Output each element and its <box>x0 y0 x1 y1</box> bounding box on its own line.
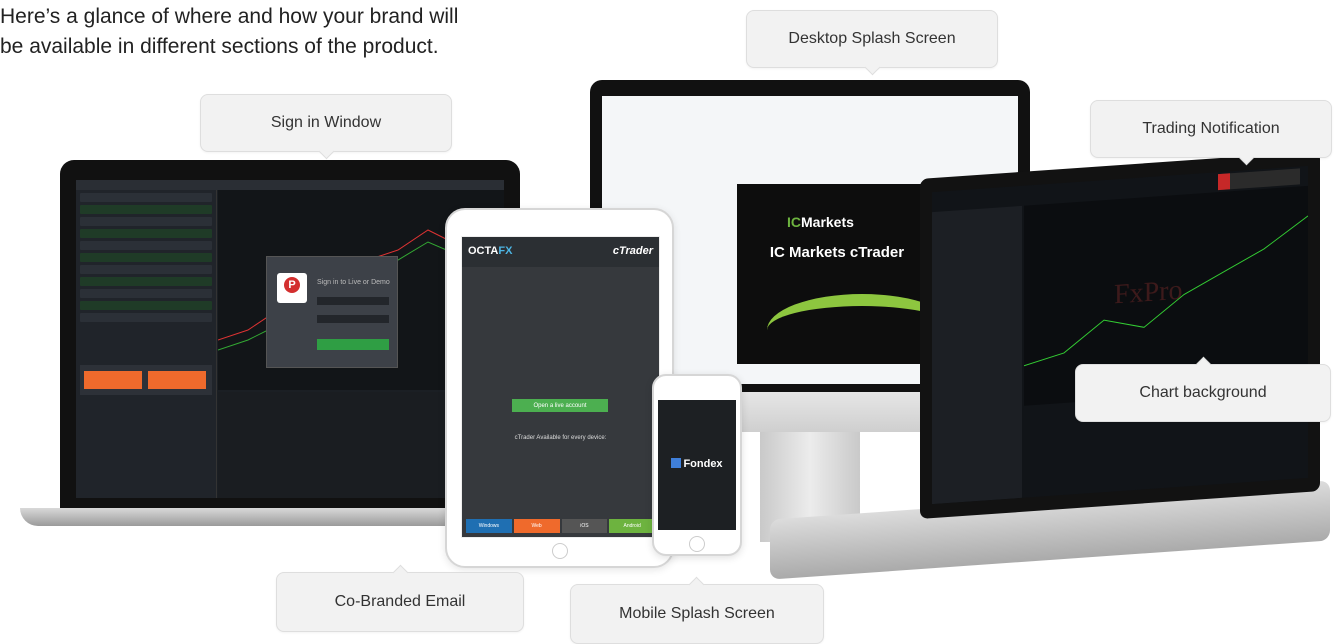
sign-in-button[interactable] <box>317 339 389 350</box>
broker-logo: P <box>277 273 307 303</box>
intro-text: Here’s a glance of where and how your br… <box>0 2 600 62</box>
desktop-splash: ICMarkets IC Markets cTrader <box>737 184 957 364</box>
callout-sign-in: Sign in Window <box>200 94 452 160</box>
splash-logo: ICMarkets <box>787 214 854 230</box>
sign-in-window: P Sign in to Live or Demo <box>266 256 398 368</box>
open-live-account-button[interactable]: Open a live account <box>512 399 608 412</box>
callout-trading-notification: Trading Notification <box>1090 100 1332 166</box>
android-button[interactable]: Android <box>609 519 655 533</box>
mobile-phone: Fondex <box>652 374 742 556</box>
symbol-panel <box>932 205 1022 505</box>
intro-line-1: Here’s a glance of where and how your br… <box>0 5 459 28</box>
quick-trade-box <box>80 365 212 395</box>
account-field[interactable] <box>317 297 389 305</box>
tablet-home-button <box>552 543 568 559</box>
watchlist-panel <box>76 190 217 498</box>
email-brand-logo: OCTAFX <box>468 245 513 257</box>
phone-home-button <box>689 536 705 552</box>
password-field[interactable] <box>317 315 389 323</box>
app-menu-bar <box>76 180 504 190</box>
laptop-left-screen: P Sign in to Live or Demo <box>76 180 504 498</box>
fondex-icon <box>671 458 682 468</box>
tablet: OCTAFX cTrader Open a live account cTrad… <box>445 208 674 568</box>
fondex-splash-logo: Fondex <box>658 458 736 470</box>
intro-line-2: be available in different sections of th… <box>0 35 439 58</box>
ctrader-logo: cTrader <box>612 245 653 257</box>
splash-title: IC Markets cTrader <box>769 244 905 261</box>
buy-button[interactable] <box>148 371 206 389</box>
chart-watermark: FxPro <box>1114 274 1183 311</box>
laptop-right-lid: FxPro <box>920 151 1320 519</box>
email-body: Open a live account cTrader Available fo… <box>462 267 659 537</box>
callout-co-branded-email: Co-Branded Email <box>276 564 524 632</box>
callout-desktop-splash: Desktop Splash Screen <box>746 10 998 76</box>
callout-mobile-splash: Mobile Splash Screen <box>570 576 824 644</box>
web-button[interactable]: Web <box>513 519 560 533</box>
email-tagline: cTrader Available for every device: <box>514 435 607 441</box>
phone-screen: Fondex <box>658 400 736 530</box>
store-buttons: Windows Web iOS Android <box>466 519 655 533</box>
sign-in-title: Sign in to Live or Demo <box>317 279 390 286</box>
email-header: OCTAFX cTrader <box>462 237 659 267</box>
callout-chart-background: Chart background <box>1075 356 1331 422</box>
sell-button[interactable] <box>84 371 142 389</box>
ios-button[interactable]: iOS <box>561 519 608 533</box>
windows-button[interactable]: Windows <box>466 519 512 533</box>
laptop-right-screen: FxPro <box>932 165 1308 505</box>
tablet-screen: OCTAFX cTrader Open a live account cTrad… <box>461 236 660 538</box>
